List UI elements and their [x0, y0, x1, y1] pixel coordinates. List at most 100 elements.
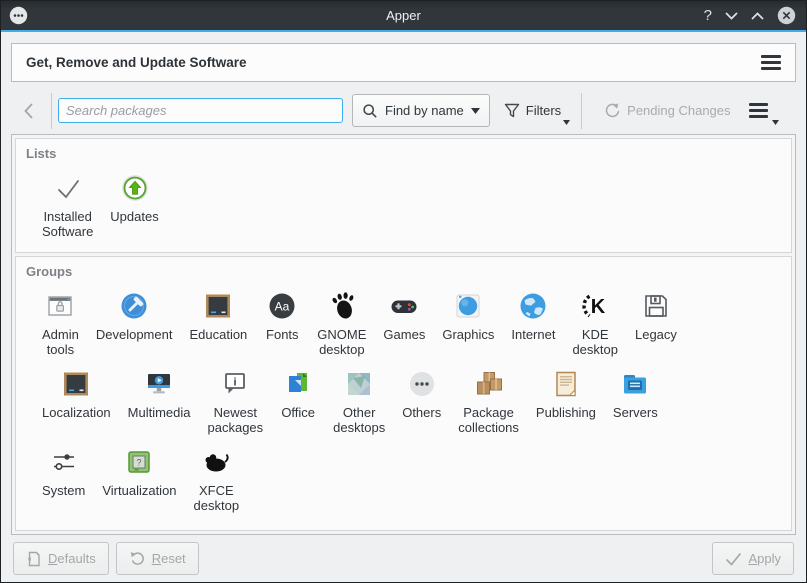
- titlebar[interactable]: Apper ?: [1, 1, 806, 32]
- group-item-label: Legacy: [635, 327, 677, 342]
- group-item-system[interactable]: System: [42, 445, 85, 498]
- back-button[interactable]: [11, 94, 45, 128]
- servers-folder-icon: [619, 367, 651, 401]
- others-ellipsis-icon: [406, 367, 438, 401]
- apper-window: Apper ? Get, Remove and Update Software: [0, 0, 807, 583]
- group-item-label: Virtualization: [102, 483, 176, 498]
- group-item-graphics[interactable]: Graphics: [442, 289, 494, 342]
- group-item-label: Internet: [511, 327, 555, 342]
- find-by-name-label: Find by name: [385, 103, 464, 118]
- group-item-servers[interactable]: Servers: [613, 367, 658, 420]
- group-item-legacy[interactable]: Legacy: [635, 289, 677, 342]
- newest-packages-info-icon: i: [219, 367, 251, 401]
- localization-blackboard-icon: [60, 367, 92, 401]
- group-item-label: Package collections: [458, 405, 519, 435]
- find-by-name-combobox[interactable]: Find by name: [352, 94, 490, 127]
- group-item-label: GNOME desktop: [317, 327, 366, 357]
- floppy-disk-icon: [640, 289, 672, 323]
- svg-text:?: ?: [137, 458, 142, 468]
- pending-changes-button[interactable]: Pending Changes: [596, 94, 738, 127]
- group-item-label: XFCE desktop: [194, 483, 240, 513]
- search-input[interactable]: [58, 98, 343, 123]
- group-item-localization[interactable]: Localization: [42, 367, 111, 420]
- defaults-icon: [26, 551, 42, 567]
- group-item-label: Admin tools: [42, 327, 79, 357]
- toolbar: Find by name Filters Pending Changes: [11, 90, 796, 131]
- chevron-down-icon: [563, 120, 570, 125]
- group-item-others[interactable]: Others: [402, 367, 441, 420]
- filters-label: Filters: [526, 103, 561, 118]
- group-item-label: Other desktops: [333, 405, 385, 435]
- group-item-fonts[interactable]: Aa Fonts: [264, 289, 300, 342]
- graphics-icon: [452, 289, 484, 323]
- lists-section-label: Lists: [16, 139, 791, 163]
- groups-section: Groups Admin tools: [15, 256, 792, 531]
- office-icon: [282, 367, 314, 401]
- toolbar-overflow-menu-button[interactable]: [743, 94, 778, 127]
- toolbar-separator: [581, 93, 582, 129]
- reset-label: Reset: [152, 551, 186, 566]
- group-item-virtualization[interactable]: ? Virtualization: [102, 445, 176, 498]
- group-item-package-collections[interactable]: Package collections: [458, 367, 519, 435]
- filters-button[interactable]: Filters: [496, 94, 569, 127]
- group-item-label: System: [42, 483, 85, 498]
- group-item-label: Publishing: [536, 405, 596, 420]
- group-item-admin-tools[interactable]: Admin tools: [42, 289, 79, 357]
- group-item-multimedia[interactable]: Multimedia: [128, 367, 191, 420]
- pending-changes-label: Pending Changes: [627, 103, 730, 118]
- group-item-label: KDE desktop: [572, 327, 618, 357]
- group-item-gnome-desktop[interactable]: GNOME desktop: [317, 289, 366, 357]
- updates-icon: [120, 171, 150, 205]
- group-item-other-desktops[interactable]: Other desktops: [333, 367, 385, 435]
- group-item-label: Fonts: [265, 327, 299, 342]
- chevron-down-icon: [471, 108, 480, 114]
- group-item-publishing[interactable]: Publishing: [536, 367, 596, 420]
- svg-text:K: K: [591, 296, 606, 318]
- gamepad-icon: [388, 289, 420, 323]
- list-item-label: Installed Software: [42, 209, 93, 239]
- list-item-updates[interactable]: Updates: [110, 171, 158, 224]
- multimedia-icon: [143, 367, 175, 401]
- group-item-kde-desktop[interactable]: K KDE desktop: [572, 289, 618, 357]
- fonts-icon: Aa: [266, 289, 298, 323]
- group-item-office[interactable]: Office: [280, 367, 316, 420]
- hamburger-icon: [749, 100, 768, 121]
- reset-button[interactable]: Reset: [116, 542, 199, 575]
- group-item-label: Others: [402, 405, 441, 420]
- group-item-games[interactable]: Games: [383, 289, 425, 342]
- maximize-button[interactable]: [751, 12, 764, 20]
- group-item-label: Office: [281, 405, 315, 420]
- package-boxes-icon: [472, 367, 506, 401]
- system-sliders-icon: [48, 445, 80, 479]
- svg-text:Aa: Aa: [275, 300, 290, 314]
- search-icon: [362, 103, 378, 119]
- group-item-xfce-desktop[interactable]: XFCE desktop: [194, 445, 240, 513]
- back-chevron-icon: [23, 102, 34, 120]
- footer-bar: Defaults Reset Apply: [1, 535, 806, 582]
- other-desktops-mosaic-icon: [343, 367, 375, 401]
- group-item-label: Education: [189, 327, 247, 342]
- group-item-label: Localization: [42, 405, 111, 420]
- xfce-mouse-icon: [199, 445, 233, 479]
- minimize-icon: [725, 12, 738, 20]
- defaults-button[interactable]: Defaults: [13, 542, 109, 575]
- header-menu-button[interactable]: [761, 55, 781, 70]
- minimize-button[interactable]: [725, 12, 738, 20]
- development-icon: [118, 289, 150, 323]
- group-item-development[interactable]: Development: [96, 289, 173, 342]
- filter-funnel-icon: [504, 103, 520, 118]
- apply-button[interactable]: Apply: [712, 542, 794, 575]
- group-item-internet[interactable]: Internet: [511, 289, 555, 342]
- close-button[interactable]: [777, 6, 796, 25]
- close-icon: [777, 6, 796, 25]
- group-item-label: Development: [96, 327, 173, 342]
- list-item-installed-software[interactable]: Installed Software: [42, 171, 93, 239]
- help-button[interactable]: ?: [704, 8, 712, 23]
- group-item-label: Newest packages: [208, 405, 264, 435]
- maximize-icon: [751, 12, 764, 20]
- group-item-newest-packages[interactable]: i Newest packages: [208, 367, 264, 435]
- group-item-education[interactable]: Education: [189, 289, 247, 342]
- apply-label: Apply: [748, 551, 781, 566]
- page-header: Get, Remove and Update Software: [11, 43, 796, 82]
- chevron-down-icon: [772, 120, 779, 125]
